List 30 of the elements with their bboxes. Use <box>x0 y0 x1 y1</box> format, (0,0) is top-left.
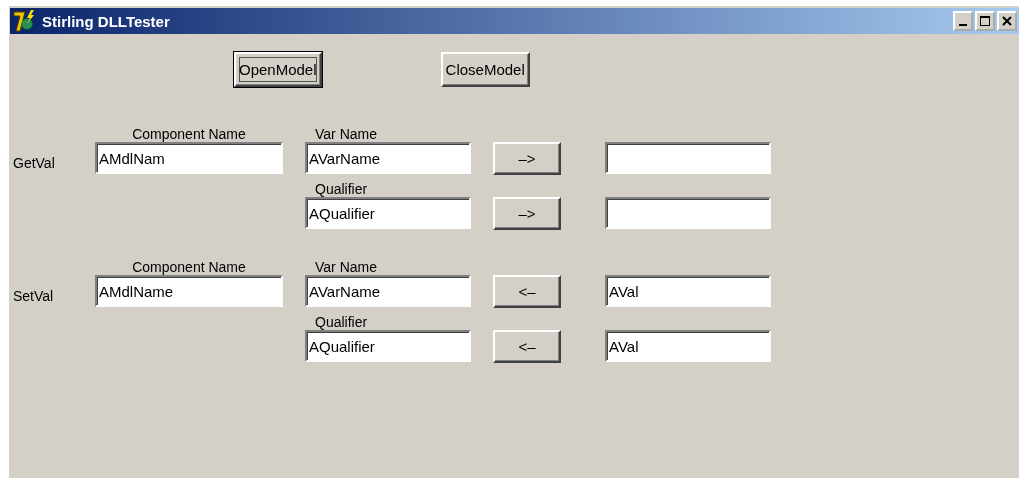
close-button[interactable] <box>997 11 1017 31</box>
field-label: Var Name <box>315 126 377 142</box>
transfer-button[interactable]: –> <box>493 142 561 175</box>
transfer-button[interactable]: –> <box>493 197 561 230</box>
value-field[interactable] <box>605 142 771 174</box>
value-field[interactable] <box>605 197 771 229</box>
component-name-field[interactable]: AMdlNam <box>95 142 283 174</box>
section-label: SetVal <box>13 288 55 306</box>
transfer-button[interactable]: <– <box>493 275 561 308</box>
field-label: Component Name <box>132 259 246 275</box>
field-label: Var Name <box>315 259 377 275</box>
transfer-button[interactable]: <– <box>493 330 561 363</box>
var-field[interactable]: AVarName <box>305 142 471 174</box>
field-label: Component Name <box>132 126 246 142</box>
var-field[interactable]: AQualifier <box>305 330 471 362</box>
minimize-icon <box>959 24 967 26</box>
maximize-button[interactable] <box>975 11 995 31</box>
field-label: Qualifier <box>315 181 368 197</box>
minimize-button[interactable] <box>953 11 973 31</box>
maximize-icon <box>980 16 990 26</box>
var-field[interactable]: AVarName <box>305 275 471 307</box>
section-label: GetVal <box>13 155 56 173</box>
window-title: Stirling DLLTester <box>42 12 171 30</box>
close-icon <box>1002 16 1012 26</box>
field-label: Qualifier <box>315 314 368 330</box>
component-name-field[interactable]: AMdlName <box>95 275 283 307</box>
value-field[interactable]: AVal <box>605 275 771 307</box>
var-field[interactable]: AQualifier <box>305 197 471 229</box>
value-field[interactable]: AVal <box>605 330 771 362</box>
model-button[interactable]: CloseModel <box>440 52 530 87</box>
